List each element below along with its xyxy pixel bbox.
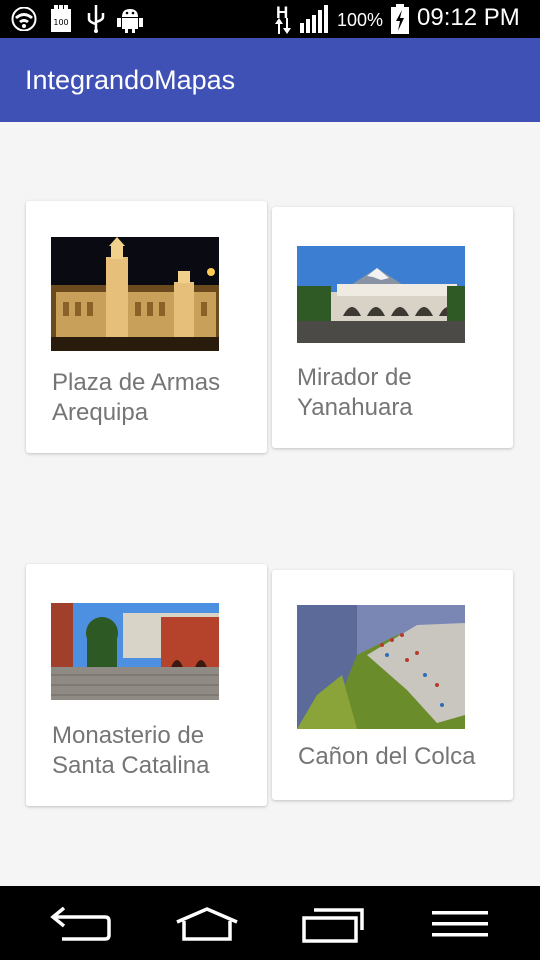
clock: 09:12 PM — [417, 4, 520, 31]
back-icon[interactable] — [50, 904, 112, 942]
place-card-mirador-de-yanahuara[interactable]: Mirador de Yanahuara — [272, 207, 513, 448]
signal-icon — [300, 5, 328, 33]
battery-percent: 100% — [337, 10, 384, 30]
place-title-line1: Plaza de Armas — [52, 369, 221, 396]
status-bar: 100 H 100% 09:12 PM — [0, 0, 540, 38]
storage-100-icon: 100 — [51, 5, 71, 32]
usb-icon — [87, 5, 105, 33]
place-card-monasterio-de-santa-catalina[interactable]: Monasterio de Santa Catalina — [26, 564, 267, 806]
home-icon[interactable] — [174, 906, 240, 942]
plaza-de-armas-photo — [51, 237, 219, 351]
place-title-line1: Cañon del Colca — [298, 743, 476, 770]
wifi-icon — [11, 7, 37, 31]
canon-del-colca-photo — [297, 605, 465, 729]
svg-text:100: 100 — [53, 18, 68, 27]
menu-icon[interactable] — [432, 910, 488, 938]
monasterio-de-santa-catalina-photo — [51, 603, 219, 700]
battery-charging-icon — [391, 4, 409, 34]
place-title-line2: Santa Catalina — [52, 752, 210, 779]
place-title: Plaza de Armas Arequipa — [52, 368, 262, 428]
data-transfer-icon — [275, 18, 291, 34]
place-card-plaza-de-armas[interactable]: Plaza de Armas Arequipa — [26, 201, 267, 453]
app-title: IntegrandoMapas — [25, 65, 236, 95]
place-title: Cañon del Colca — [298, 742, 508, 772]
place-title: Mirador de Yanahuara — [297, 363, 507, 423]
android-debug-icon — [117, 9, 143, 33]
place-card-canon-del-colca[interactable]: Cañon del Colca — [272, 570, 513, 800]
recent-apps-icon[interactable] — [300, 906, 366, 944]
app-bar: IntegrandoMapas — [0, 38, 540, 122]
navigation-bar — [0, 886, 540, 960]
place-title-line1: Mirador de — [297, 364, 412, 391]
place-title-line2: Arequipa — [52, 399, 149, 426]
place-title-line2: Yanahuara — [297, 394, 413, 421]
place-title: Monasterio de Santa Catalina — [52, 721, 262, 781]
place-title-line1: Monasterio de — [52, 722, 205, 749]
mirador-de-yanahuara-photo — [297, 246, 465, 343]
places-grid: Plaza de Armas Arequipa Mirador de Yanah… — [0, 122, 540, 886]
